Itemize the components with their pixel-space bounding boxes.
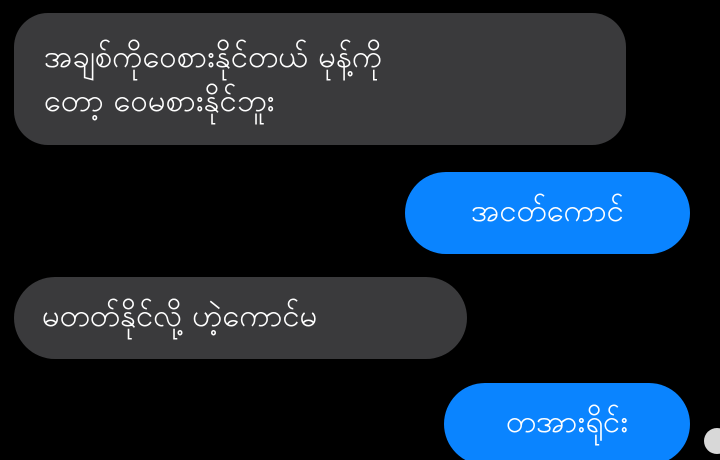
incoming-message-bubble[interactable]: မတတ်နိုင်လို့ ဟဲ့ကောင်မ xyxy=(14,277,467,359)
outgoing-message-bubble[interactable]: တအားရိုင်း xyxy=(444,383,690,460)
avatar xyxy=(704,428,720,454)
outgoing-message-bubble[interactable]: အငတ်ကောင် xyxy=(405,172,690,254)
incoming-message-bubble[interactable]: အချစ်ကိုဝေစားနိုင်တယ် မုန့်ကို တော့ ဝေမစ… xyxy=(14,13,626,145)
chat-thread: အချစ်ကိုဝေစားနိုင်တယ် မုန့်ကို တော့ ဝေမစ… xyxy=(0,0,720,460)
